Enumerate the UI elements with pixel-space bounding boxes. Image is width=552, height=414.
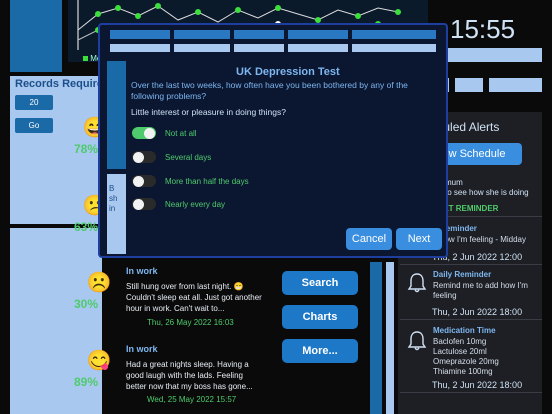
divider bbox=[400, 319, 542, 320]
mood-percent: 63% bbox=[74, 220, 99, 234]
legend-swatch bbox=[83, 56, 88, 61]
dialog-side-text: B sh in bbox=[109, 184, 118, 213]
left-header-block bbox=[10, 0, 62, 72]
mood-percent: 30% bbox=[74, 297, 99, 311]
go-button[interactable]: Go bbox=[15, 118, 53, 133]
option-label: Nearly every day bbox=[165, 200, 226, 209]
alert-title: Medication Time bbox=[433, 326, 496, 335]
dialog-header-cell bbox=[174, 44, 230, 52]
entry-date: Wed, 25 May 2022 15:57 bbox=[147, 395, 237, 404]
dialog-header-cell bbox=[288, 44, 348, 52]
toggle-knob bbox=[144, 127, 155, 139]
right-header-cell bbox=[489, 78, 542, 92]
alert-date: Thu, 2 Jun 2022 18:00 bbox=[432, 307, 523, 317]
dialog-header-cell bbox=[352, 30, 436, 39]
chart-point bbox=[115, 5, 121, 11]
option-toggle-nearly-every-day[interactable] bbox=[132, 198, 156, 210]
dialog-side-bar bbox=[107, 61, 126, 169]
chart-point bbox=[195, 9, 201, 15]
scroll-track[interactable] bbox=[370, 262, 382, 414]
alert-body[interactable]: Baclofen 10mg Lactulose 20ml Omeprazole … bbox=[433, 337, 499, 377]
divider bbox=[400, 264, 542, 265]
alert-body[interactable]: how I'm feeling - Midday bbox=[440, 235, 526, 245]
chart-point bbox=[235, 7, 241, 13]
search-button[interactable]: Search bbox=[282, 271, 358, 295]
toggle-knob bbox=[133, 198, 144, 210]
dialog-header-cell bbox=[234, 30, 284, 39]
dialog-header-cell bbox=[234, 44, 284, 52]
chart-point bbox=[355, 13, 361, 19]
divider bbox=[400, 392, 542, 393]
records-count-input[interactable]: 20 bbox=[15, 95, 53, 110]
entry-date: Thu, 26 May 2022 16:03 bbox=[147, 318, 234, 327]
dialog-header-cell bbox=[352, 44, 436, 52]
chart-point bbox=[155, 3, 161, 9]
alert-title: Daily Reminder bbox=[433, 270, 492, 279]
toggle-knob bbox=[133, 151, 144, 163]
right-header-cell bbox=[455, 78, 483, 92]
depression-test-dialog bbox=[98, 23, 448, 258]
chart-point bbox=[135, 13, 141, 19]
alert-date: Thu, 2 Jun 2022 18:00 bbox=[432, 380, 523, 390]
entry-title: In work bbox=[126, 344, 158, 354]
entry-title: In work bbox=[126, 266, 158, 276]
bell-icon bbox=[407, 330, 427, 357]
clock: 15:55 bbox=[450, 14, 516, 44]
cancel-button[interactable]: Cancel bbox=[346, 228, 392, 250]
more-button[interactable]: More... bbox=[282, 339, 358, 363]
alert-body[interactable]: Remind me to add how I'm feeling bbox=[433, 281, 533, 301]
chart-point bbox=[95, 11, 101, 17]
option-label: Not at all bbox=[165, 129, 197, 138]
dialog-sub-question: Little interest or pleasure in doing thi… bbox=[131, 107, 286, 117]
mood-percent: 78% bbox=[74, 142, 99, 156]
option-toggle-several-days[interactable] bbox=[132, 151, 156, 163]
option-label: Several days bbox=[165, 153, 212, 162]
bell-icon bbox=[407, 272, 427, 299]
toggle-knob bbox=[133, 175, 144, 187]
mood-emoji: ☹️ bbox=[86, 271, 112, 294]
dialog-header-cell bbox=[288, 30, 348, 39]
dialog-title: UK Depression Test bbox=[236, 66, 340, 78]
entry-body[interactable]: Had a great nights sleep. Having a good … bbox=[126, 359, 264, 392]
option-label: More than half the days bbox=[165, 177, 249, 186]
dialog-header-cell bbox=[110, 30, 170, 39]
mood-percent: 89% bbox=[74, 375, 99, 389]
charts-button[interactable]: Charts bbox=[282, 305, 358, 329]
chart-point bbox=[275, 5, 281, 11]
scroll-track-secondary[interactable] bbox=[386, 262, 394, 414]
mood-emoji: 😋 bbox=[86, 349, 112, 372]
dialog-header-cell bbox=[110, 44, 170, 52]
next-button[interactable]: Next bbox=[396, 228, 442, 250]
entry-body[interactable]: Still hung over from last night. 😁 Could… bbox=[126, 281, 264, 314]
dialog-question: Over the last two weeks, how often have … bbox=[131, 80, 408, 101]
chart-point bbox=[395, 9, 401, 15]
option-toggle-more-than-half[interactable] bbox=[132, 175, 156, 187]
dialog-header-cell bbox=[174, 30, 230, 39]
alert-body[interactable]: to see how she is doing bbox=[445, 188, 529, 197]
option-toggle-not-at-all[interactable] bbox=[132, 127, 156, 139]
